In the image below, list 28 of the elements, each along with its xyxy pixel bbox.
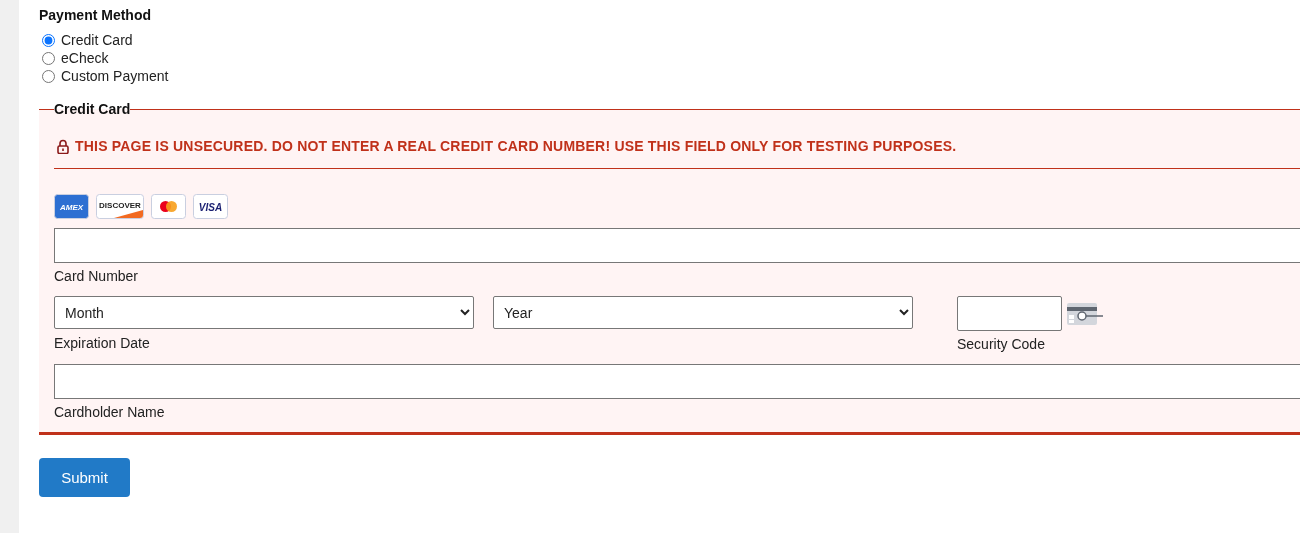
field-label: Expiration Date xyxy=(54,335,151,351)
submit-button[interactable]: Submit xyxy=(39,458,130,497)
month-dropdown[interactable]: Month xyxy=(54,296,474,329)
padlock-icon xyxy=(57,138,69,154)
discover-text: DISCOVER xyxy=(99,201,141,210)
security-code-field[interactable] xyxy=(957,296,1062,331)
option-label: Custom Payment xyxy=(61,68,169,84)
visa-text: VISA xyxy=(198,201,223,213)
radio-button[interactable] xyxy=(42,51,55,65)
radio-button[interactable] xyxy=(42,33,55,47)
security-warning: THIS PAGE IS UNSECURED. DO NOT ENTER A REAL CREDIT CARD NUMBER! USE THIS FIELD ONLY FOR TESTING PURPOSES. xyxy=(75,138,957,154)
option-label: eCheck xyxy=(61,50,109,66)
payment-option[interactable]: Custom Payment xyxy=(42,67,1300,85)
field-label: Security Code xyxy=(957,336,1046,352)
amex-text: AMEX xyxy=(59,203,84,212)
option-label: Credit Card xyxy=(61,32,133,48)
year-dropdown[interactable]: Year xyxy=(493,296,913,329)
field-label: Cardholder Name xyxy=(54,404,166,420)
payment-option[interactable]: eCheck xyxy=(42,49,1300,67)
payment-option[interactable]: Credit Card xyxy=(42,31,1300,49)
section-title: Payment Method xyxy=(39,7,152,23)
card-cvv-icon xyxy=(1067,302,1103,325)
fieldset-legend: Credit Card xyxy=(54,101,131,117)
card-number-field[interactable] xyxy=(54,228,1300,263)
cardholder-name-field[interactable] xyxy=(54,364,1300,399)
radio-button[interactable] xyxy=(42,69,55,83)
field-label: Card Number xyxy=(54,268,140,284)
mastercard-logo-icon xyxy=(151,194,186,219)
